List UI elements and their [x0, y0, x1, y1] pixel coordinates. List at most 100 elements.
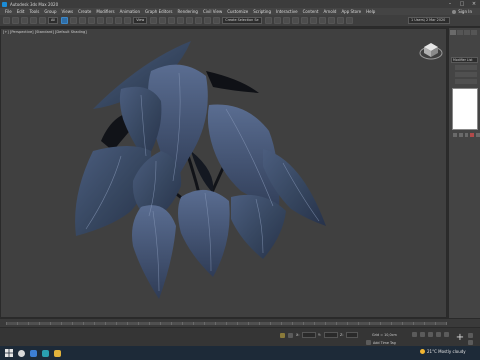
menu-tools[interactable]: Tools — [29, 9, 39, 14]
placement-icon[interactable] — [124, 17, 132, 24]
search-icon[interactable] — [18, 349, 25, 357]
modifier-button[interactable] — [455, 72, 477, 77]
undo-icon[interactable] — [3, 17, 10, 24]
y-coordinate-field[interactable] — [324, 332, 338, 338]
menu-graph-editors[interactable]: Graph Editors — [145, 9, 172, 14]
modifier-button[interactable] — [455, 65, 477, 70]
percent-snap-icon[interactable] — [195, 17, 203, 24]
time-tag-icon[interactable] — [366, 340, 371, 345]
schematic-view-icon[interactable] — [309, 17, 317, 24]
play-icon[interactable] — [428, 332, 433, 337]
plant-model[interactable] — [1, 29, 447, 318]
rectangle-selection-icon[interactable] — [79, 17, 87, 24]
selection-lock-icon[interactable] — [280, 333, 285, 338]
menu-animation[interactable]: Animation — [120, 9, 140, 14]
tab-create[interactable] — [450, 30, 456, 35]
menu-arnold[interactable]: Arnold — [323, 9, 336, 14]
auto-key-icon[interactable] — [412, 332, 417, 337]
select-manipulate-icon[interactable] — [159, 17, 167, 24]
menu-group[interactable]: Group — [44, 9, 56, 14]
next-frame-icon[interactable] — [436, 332, 441, 337]
tab-hierarchy[interactable] — [464, 30, 470, 35]
bind-space-warp-icon[interactable] — [39, 17, 46, 24]
modifier-stack[interactable] — [452, 88, 478, 130]
toggle-ribbon-icon[interactable] — [291, 17, 299, 24]
time-config-icon[interactable] — [444, 332, 449, 337]
x-coordinate-field[interactable] — [302, 332, 316, 338]
weather-widget[interactable]: 21°C Mostly cloudy — [420, 349, 466, 354]
unlink-icon[interactable] — [30, 17, 37, 24]
scale-icon[interactable] — [115, 17, 123, 24]
browser-icon[interactable] — [30, 349, 37, 357]
render-setup-icon[interactable] — [327, 17, 335, 24]
move-icon[interactable] — [97, 17, 105, 24]
perspective-viewport[interactable]: [+] [Perspective] [Standard] [Default Sh… — [0, 28, 447, 318]
timeline-tick — [160, 322, 161, 325]
timeline[interactable] — [0, 318, 480, 327]
rendered-frame-window-icon[interactable] — [336, 17, 344, 24]
edit-named-selection-icon[interactable] — [213, 17, 221, 24]
render-production-icon[interactable] — [345, 17, 353, 24]
menu-civil-view[interactable]: Civil View — [203, 9, 222, 14]
menu-rendering[interactable]: Rendering — [178, 9, 198, 14]
pivot-center-icon[interactable] — [150, 17, 158, 24]
menu-help[interactable]: Help — [366, 9, 375, 14]
set-key-icon[interactable] — [420, 332, 425, 337]
time-slider-track[interactable] — [6, 322, 447, 325]
named-selection-set-dropdown[interactable]: Create Selection Se — [222, 17, 262, 24]
orbit-icon[interactable] — [468, 340, 473, 345]
rotate-icon[interactable] — [106, 17, 114, 24]
menu-app-store[interactable]: App Store — [341, 9, 361, 14]
select-by-name-icon[interactable] — [70, 17, 78, 24]
workspace-dropdown[interactable]: 1 Users\ 2 Mar 2020 — [408, 17, 450, 24]
menu-scripting[interactable]: Scripting — [253, 9, 271, 14]
mirror-icon[interactable] — [264, 17, 272, 24]
add-time-tag[interactable]: Add Time Tag — [373, 341, 396, 345]
menu-edit[interactable]: Edit — [17, 9, 25, 14]
snaps-toggle-icon[interactable] — [177, 17, 185, 24]
maximize-icon[interactable]: □ — [458, 1, 466, 7]
absolute-mode-icon[interactable] — [288, 333, 293, 338]
minimize-icon[interactable]: – — [446, 1, 454, 7]
tab-modify[interactable] — [457, 30, 463, 35]
material-editor-icon[interactable] — [318, 17, 326, 24]
tab-motion[interactable] — [471, 30, 477, 35]
selection-filter-dropdown[interactable]: All — [48, 17, 59, 24]
show-end-result-icon[interactable] — [458, 133, 463, 137]
menu-create[interactable]: Create — [78, 9, 91, 14]
remove-modifier-icon[interactable] — [470, 133, 475, 137]
sign-in-button[interactable]: Sign In — [452, 9, 472, 14]
file-explorer-icon[interactable] — [54, 349, 61, 357]
window-crossing-icon[interactable] — [88, 17, 96, 24]
timeline-tick — [413, 322, 414, 325]
angle-snap-icon[interactable] — [186, 17, 194, 24]
redo-icon[interactable] — [12, 17, 19, 24]
modifier-list-dropdown[interactable]: Modifier List — [451, 57, 478, 63]
z-coordinate-field[interactable] — [346, 332, 358, 338]
3ds-max-taskbar-icon[interactable] — [42, 349, 49, 357]
align-icon[interactable] — [273, 17, 281, 24]
configure-sets-icon[interactable] — [476, 133, 480, 137]
layer-explorer-icon[interactable] — [282, 17, 290, 24]
zoom-icon[interactable] — [468, 333, 473, 338]
add-icon[interactable]: + — [455, 333, 465, 343]
keyboard-shortcut-icon[interactable] — [168, 17, 176, 24]
windows-start-icon[interactable] — [5, 349, 13, 357]
menu-customize[interactable]: Customize — [227, 9, 248, 14]
make-unique-icon[interactable] — [464, 133, 469, 137]
viewcube-icon[interactable] — [419, 37, 443, 61]
menu-views[interactable]: Views — [62, 9, 74, 14]
menu-content[interactable]: Content — [303, 9, 319, 14]
link-icon[interactable] — [21, 17, 28, 24]
reference-coordinate-dropdown[interactable]: View — [133, 17, 148, 24]
menu-file[interactable]: File — [5, 9, 12, 14]
curve-editor-icon[interactable] — [300, 17, 308, 24]
spinner-snap-icon[interactable] — [204, 17, 212, 24]
menu-interactive[interactable]: Interactive — [276, 9, 298, 14]
pin-stack-icon[interactable] — [453, 133, 457, 137]
select-object-icon[interactable] — [61, 17, 69, 24]
modifier-button[interactable] — [455, 79, 477, 84]
close-icon[interactable]: × — [470, 1, 478, 7]
timeline-tick — [270, 322, 271, 325]
menu-modifiers[interactable]: Modifiers — [96, 9, 114, 14]
